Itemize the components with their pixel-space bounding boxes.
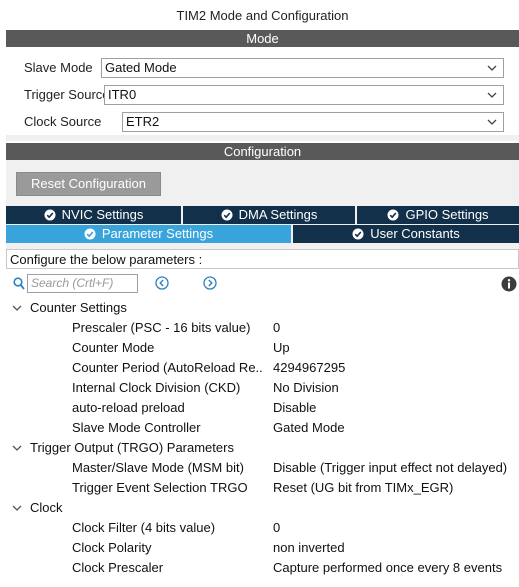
- clock-source-value: ETR2: [126, 114, 160, 129]
- check-circle-icon: [84, 228, 96, 240]
- chevron-down-icon: [487, 119, 497, 125]
- tab-user-constants-label: User Constants: [370, 226, 460, 241]
- param-value: Up: [273, 340, 290, 355]
- tab-gpio-settings[interactable]: GPIO Settings: [357, 206, 519, 224]
- clock-source-label: Clock Source: [24, 114, 102, 129]
- param-name: auto-reload preload: [72, 400, 185, 415]
- param-row[interactable]: Slave Mode Controller Gated Mode: [72, 418, 519, 438]
- group-title: Clock: [30, 500, 63, 515]
- param-name: Clock Filter (4 bits value): [72, 520, 216, 535]
- param-name: Internal Clock Division (CKD): [72, 380, 241, 395]
- group-counter-settings[interactable]: Counter Settings: [12, 298, 127, 318]
- check-circle-icon: [387, 209, 399, 221]
- info-icon[interactable]: [501, 276, 517, 292]
- param-value: 4294967295: [273, 360, 346, 375]
- param-row[interactable]: auto-reload preload Disable: [72, 398, 519, 418]
- check-circle-icon: [221, 209, 233, 221]
- check-circle-icon: [44, 209, 56, 221]
- chevron-down-icon: [487, 65, 497, 71]
- group-trigger-output[interactable]: Trigger Output (TRGO) Parameters: [12, 438, 234, 458]
- param-row[interactable]: Counter Period (AutoReload Re... 42949672…: [72, 358, 519, 378]
- parameters-description: Configure the below parameters :: [6, 249, 519, 269]
- tab-parameter-settings-label: Parameter Settings: [101, 226, 214, 241]
- param-value: Gated Mode: [273, 420, 345, 435]
- caret-down-icon: [12, 305, 22, 311]
- tab-dma-settings-label: DMA Settings: [238, 207, 318, 222]
- check-circle-icon: [352, 228, 364, 240]
- param-value: No Division: [273, 380, 339, 395]
- search-input[interactable]: Search (Crtl+F): [27, 274, 138, 293]
- param-row[interactable]: Clock Prescaler Capture performed once ev…: [72, 558, 519, 578]
- caret-down-icon: [12, 445, 22, 451]
- param-value: Capture performed once every 8 events: [273, 560, 503, 575]
- trigger-source-select[interactable]: ITR0: [104, 85, 504, 105]
- param-value: Reset (UG bit from TIMx_EGR): [273, 480, 454, 495]
- tab-gpio-settings-label: GPIO Settings: [405, 207, 489, 222]
- param-row[interactable]: Counter Mode Up: [72, 338, 519, 358]
- param-value: 0: [273, 320, 281, 335]
- reset-configuration-button[interactable]: Reset Configuration: [16, 172, 161, 196]
- chevron-down-icon: [487, 92, 497, 98]
- param-value: Disable: [273, 400, 317, 415]
- param-name: Counter Period (AutoReload Re...: [72, 360, 262, 375]
- nav-back-icon[interactable]: [155, 276, 169, 290]
- tab-dma-settings[interactable]: DMA Settings: [183, 206, 355, 224]
- param-row[interactable]: Trigger Event Selection TRGO Reset (UG bi…: [72, 478, 519, 498]
- param-name: Counter Mode: [72, 340, 155, 355]
- search-icon: [13, 277, 25, 290]
- group-clock[interactable]: Clock: [12, 498, 63, 518]
- mode-section-header: Mode: [6, 30, 519, 47]
- tab-nvic-settings-label: NVIC Settings: [61, 207, 144, 222]
- param-row[interactable]: Master/Slave Mode (MSM bit) Disable (Trig…: [72, 458, 519, 478]
- param-row[interactable]: Prescaler (PSC - 16 bits value) 0: [72, 318, 519, 338]
- param-name: Master/Slave Mode (MSM bit): [72, 460, 244, 475]
- slave-mode-label: Slave Mode: [24, 60, 93, 75]
- param-value: Disable (Trigger input effect not delaye…: [273, 460, 508, 475]
- trigger-source-value: ITR0: [108, 87, 137, 102]
- trigger-source-label: Trigger Source: [24, 87, 110, 102]
- nav-forward-icon[interactable]: [203, 276, 217, 290]
- tab-user-constants[interactable]: User Constants: [293, 225, 519, 243]
- slave-mode-value: Gated Mode: [105, 60, 177, 75]
- slave-mode-select[interactable]: Gated Mode: [101, 58, 504, 78]
- configuration-section-header: Configuration: [6, 143, 519, 160]
- param-name: Trigger Event Selection TRGO: [72, 480, 248, 495]
- group-title: Trigger Output (TRGO) Parameters: [30, 440, 234, 455]
- caret-down-icon: [12, 505, 22, 511]
- param-name: Prescaler (PSC - 16 bits value): [72, 320, 251, 335]
- param-name: Clock Polarity: [72, 540, 152, 555]
- param-name: Clock Prescaler: [72, 560, 164, 575]
- param-value: non inverted: [273, 540, 345, 555]
- param-row[interactable]: Internal Clock Division (CKD) No Division: [72, 378, 519, 398]
- clock-source-select[interactable]: ETR2: [122, 112, 504, 132]
- param-row[interactable]: Clock Polarity non inverted: [72, 538, 519, 558]
- group-title: Counter Settings: [30, 300, 127, 315]
- tab-parameter-settings[interactable]: Parameter Settings: [6, 225, 291, 243]
- param-value: 0: [273, 520, 281, 535]
- splitter[interactable]: [6, 135, 519, 141]
- window-title: TIM2 Mode and Configuration: [176, 8, 349, 23]
- param-name: Slave Mode Controller: [72, 420, 201, 435]
- param-row[interactable]: Clock Filter (4 bits value) 0: [72, 518, 519, 538]
- tab-nvic-settings[interactable]: NVIC Settings: [6, 206, 181, 224]
